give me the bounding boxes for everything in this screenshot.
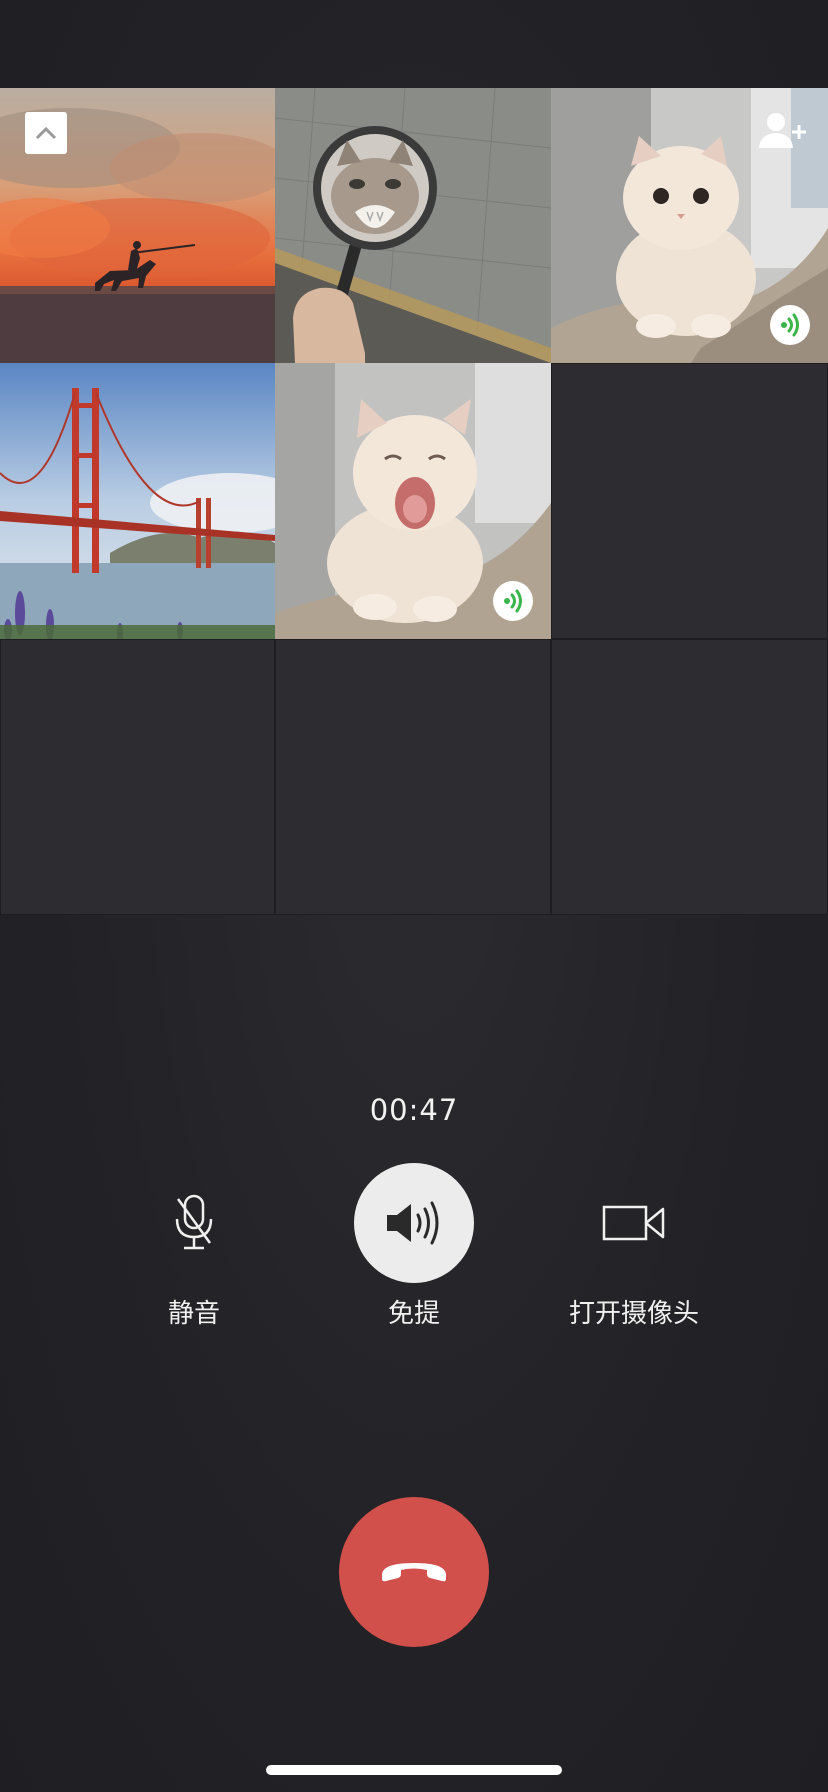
participant-tile-4[interactable]	[0, 363, 275, 639]
participant-tile-3[interactable]	[551, 88, 828, 363]
hang-up-icon	[382, 1563, 446, 1582]
group-call-screen: 00:47 静音 免提 打开摄像头	[0, 0, 828, 1792]
camera-label: 打开摄像头	[568, 1299, 699, 1329]
participant-video-magnifier-cat	[275, 88, 551, 363]
speaking-indicator-icon	[504, 589, 522, 613]
mute-label: 静音	[167, 1299, 220, 1329]
participant-grid	[0, 88, 828, 915]
microphone-muted-icon	[175, 1194, 213, 1250]
empty-participant-slot	[275, 639, 551, 915]
speaking-indicator-icon	[781, 313, 799, 337]
hang-up-button[interactable]	[339, 1497, 489, 1647]
participant-video-golden-gate	[0, 363, 275, 639]
participant-tile-5[interactable]	[275, 363, 551, 639]
camera-button[interactable]	[574, 1163, 694, 1283]
mute-button[interactable]	[134, 1163, 254, 1283]
chevron-up-icon	[35, 126, 57, 140]
home-indicator[interactable]	[266, 1765, 562, 1775]
empty-participant-slot	[0, 639, 275, 915]
speaking-indicator	[493, 581, 533, 621]
empty-participant-slot	[551, 363, 828, 639]
camera-control: 打开摄像头	[534, 1163, 734, 1330]
add-person-icon	[759, 113, 806, 148]
mute-control: 静音	[94, 1163, 294, 1330]
speaking-indicator	[770, 305, 810, 345]
participant-tile-2[interactable]	[275, 88, 551, 363]
empty-participant-slot	[551, 639, 828, 915]
speaker-icon	[387, 1201, 439, 1245]
collapse-button[interactable]	[25, 112, 67, 154]
speaker-label: 免提	[387, 1299, 440, 1329]
speaker-button[interactable]	[354, 1163, 474, 1283]
camera-icon	[602, 1205, 665, 1241]
participant-tile-1[interactable]	[0, 88, 275, 363]
add-member-button[interactable]	[756, 110, 810, 154]
call-duration: 00:47	[369, 1093, 459, 1127]
speaker-control: 免提	[314, 1163, 514, 1330]
